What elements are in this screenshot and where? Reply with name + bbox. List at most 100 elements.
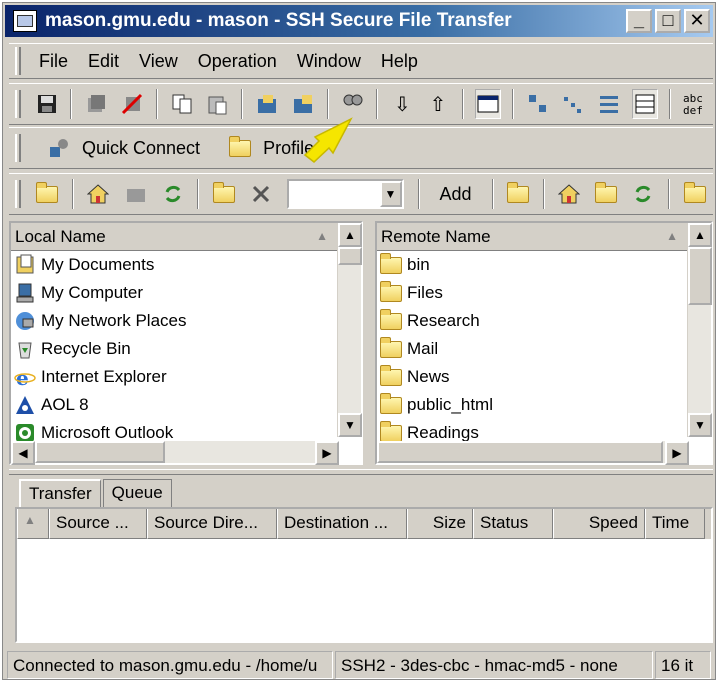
column-status[interactable]: Status (473, 509, 553, 539)
list-item[interactable]: bin (377, 251, 687, 279)
hscroll-track[interactable] (35, 441, 315, 463)
scroll-thumb[interactable] (338, 247, 362, 265)
path-combo[interactable]: ▼ (287, 179, 404, 209)
remote-vertical-scrollbar[interactable]: ▲ ▼ (687, 223, 712, 437)
list-item[interactable]: My Documents (11, 251, 337, 279)
scroll-down-icon[interactable]: ▼ (338, 413, 362, 437)
list-item[interactable]: Recycle Bin (11, 335, 337, 363)
list-item[interactable]: Readings (377, 419, 687, 441)
small-icons-view-icon[interactable] (561, 89, 587, 119)
local-file-list: My Documents My Computer My Network Plac… (11, 251, 337, 441)
scroll-thumb[interactable] (688, 247, 712, 305)
download-arrow-icon[interactable]: ⇩ (389, 89, 415, 119)
column-source-directory[interactable]: Source Dire... (147, 509, 277, 539)
title-bar[interactable]: mason.gmu.edu - mason - SSH Secure File … (5, 5, 713, 37)
menu-file[interactable]: File (29, 51, 78, 72)
scroll-right-icon[interactable]: ▶ (665, 441, 689, 465)
scroll-left-icon[interactable]: ◀ (11, 441, 35, 465)
list-item-label: Readings (407, 423, 479, 441)
app-icon[interactable] (13, 10, 37, 32)
scroll-up-icon[interactable]: ▲ (338, 223, 362, 247)
list-item-label: Files (407, 283, 443, 302)
scroll-down-icon[interactable]: ▼ (688, 413, 712, 437)
scroll-right-icon[interactable]: ▶ (315, 441, 339, 465)
local-vertical-scrollbar[interactable]: ▲ ▼ (337, 223, 362, 437)
local-new-folder-star-icon[interactable] (210, 179, 237, 209)
toolbar-grip[interactable] (15, 90, 21, 118)
local-refresh-icon[interactable] (159, 179, 186, 209)
toolbar-separator (71, 179, 74, 209)
menubar-grip[interactable] (15, 47, 21, 75)
toolbar-grip[interactable] (15, 180, 21, 208)
sort-ascending-icon[interactable]: ▲ (17, 509, 49, 539)
remote-horizontal-scrollbar[interactable]: ▶ (377, 441, 689, 465)
toolbar-grip[interactable] (15, 134, 21, 162)
local-new-folder-icon[interactable] (122, 179, 149, 209)
remote-name-column-header[interactable]: Remote Name ▲ (377, 223, 689, 251)
toolbar-separator (461, 89, 464, 119)
sort-ascending-icon: ▲ (316, 229, 328, 243)
remote-up-folder-icon[interactable] (505, 179, 532, 209)
large-icons-view-icon[interactable] (525, 89, 551, 119)
upload-arrow-icon[interactable]: ⇧ (425, 89, 451, 119)
close-button[interactable]: ✕ (684, 9, 710, 33)
scroll-thumb[interactable] (377, 441, 663, 463)
details-view-icon[interactable] (632, 89, 659, 119)
menu-window[interactable]: Window (287, 51, 371, 72)
list-item[interactable]: public_html (377, 391, 687, 419)
disconnect-icon[interactable] (119, 89, 145, 119)
scroll-up-icon[interactable]: ▲ (688, 223, 712, 247)
column-destination[interactable]: Destination ... (277, 509, 407, 539)
list-item[interactable]: e Internet Explorer (11, 363, 337, 391)
pane-splitter[interactable] (9, 469, 713, 475)
list-item[interactable]: Research (377, 307, 687, 335)
list-view-icon[interactable] (596, 89, 622, 119)
quick-connect-button[interactable]: Quick Connect (39, 133, 200, 163)
remote-folder-icon[interactable] (681, 179, 708, 209)
terminal-icon[interactable] (474, 89, 501, 119)
local-horizontal-scrollbar[interactable]: ◀ ▶ (11, 441, 339, 465)
list-item[interactable]: Microsoft Outlook (11, 419, 337, 441)
tab-transfer[interactable]: Transfer (19, 479, 101, 507)
maximize-button[interactable]: □ (655, 9, 681, 33)
add-button[interactable]: Add (426, 184, 486, 205)
menu-help[interactable]: Help (371, 51, 428, 72)
list-item[interactable]: My Computer (11, 279, 337, 307)
hscroll-track[interactable] (377, 441, 665, 463)
minimize-button[interactable]: _ (626, 9, 652, 33)
list-item[interactable]: AOL 8 (11, 391, 337, 419)
column-source[interactable]: Source ... (49, 509, 147, 539)
paste-icon[interactable] (205, 89, 231, 119)
combo-dropdown-icon[interactable]: ▼ (379, 181, 402, 207)
local-up-folder-icon[interactable] (34, 179, 61, 209)
list-item[interactable]: Files (377, 279, 687, 307)
font-settings-icon[interactable]: abc def (682, 89, 708, 119)
menu-edit[interactable]: Edit (78, 51, 129, 72)
menu-operation[interactable]: Operation (188, 51, 287, 72)
remote-home-icon[interactable] (556, 179, 583, 209)
column-speed[interactable]: Speed (553, 509, 645, 539)
tab-queue[interactable]: Queue (102, 479, 172, 507)
list-item[interactable]: News (377, 363, 687, 391)
copy-icon[interactable] (169, 89, 195, 119)
navigation-toolbar: ▼ Add (9, 173, 713, 215)
remote-refresh-icon[interactable] (630, 179, 657, 209)
local-home-icon[interactable] (85, 179, 112, 209)
status-count: 16 it (655, 651, 711, 679)
upload-settings-icon[interactable] (254, 89, 280, 119)
scroll-thumb[interactable] (35, 441, 165, 463)
list-item-label: bin (407, 255, 430, 274)
local-name-column-header[interactable]: Local Name ▲ (11, 223, 339, 251)
local-delete-icon[interactable] (247, 179, 274, 209)
list-item[interactable]: Mail (377, 335, 687, 363)
column-size[interactable]: Size (407, 509, 473, 539)
remote-new-folder-icon[interactable] (593, 179, 620, 209)
connect-icon[interactable] (83, 89, 109, 119)
save-icon[interactable] (34, 89, 60, 119)
folder-icon (379, 280, 403, 305)
column-time[interactable]: Time (645, 509, 705, 539)
list-item[interactable]: My Network Places (11, 307, 337, 335)
menu-view[interactable]: View (129, 51, 188, 72)
app-window: mason.gmu.edu - mason - SSH Secure File … (2, 2, 716, 680)
folder-icon (379, 420, 403, 441)
